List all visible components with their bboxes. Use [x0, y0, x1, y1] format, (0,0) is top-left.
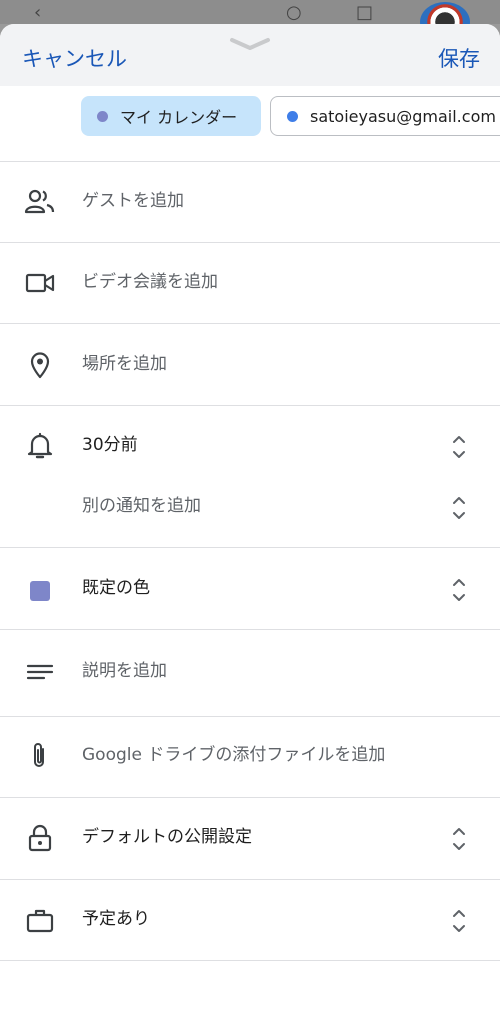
calendar-dot-icon: [287, 110, 298, 122]
calendar-icon: □: [356, 2, 374, 23]
add-guests-row[interactable]: ゲストを追加: [0, 172, 500, 232]
add-video-label: ビデオ会議を追加: [82, 272, 218, 292]
paperclip-icon: [34, 743, 44, 767]
video-camera-icon: [25, 273, 55, 293]
notification-label: 30分前: [82, 435, 138, 455]
calendar-chip-account[interactable]: satoieyasu@gmail.com: [270, 96, 500, 136]
divider: [0, 547, 500, 548]
add-attachment-label: Google ドライブの添付ファイルを追加: [82, 745, 386, 765]
availability-label: 予定あり: [82, 909, 150, 929]
availability-row[interactable]: 予定あり: [0, 890, 500, 950]
calendar-chip-my-calendar[interactable]: マイ カレンダー: [81, 96, 261, 136]
calendar-selector: マイ カレンダー satoieyasu@gmail.com: [0, 96, 500, 138]
divider: [0, 960, 500, 961]
add-description-label: 説明を追加: [82, 661, 167, 681]
notes-icon: [26, 664, 54, 680]
sheet-header: キャンセル 保存: [0, 24, 500, 86]
divider: [0, 405, 500, 406]
divider: [0, 161, 500, 162]
bell-icon: [27, 432, 53, 459]
chip-label: マイ カレンダー: [120, 108, 238, 127]
calendar-dot-icon: [97, 110, 108, 122]
add-guests-label: ゲストを追加: [82, 191, 184, 211]
location-pin-icon: [30, 352, 50, 379]
visibility-row[interactable]: デフォルトの公開設定: [0, 808, 500, 868]
back-arrow-icon: ‹: [34, 2, 42, 23]
add-description-row[interactable]: 説明を追加: [0, 642, 500, 702]
chevron-up-down-icon[interactable]: [449, 906, 469, 936]
search-icon: ○: [286, 2, 302, 23]
status-bar: ‹ ○ □: [0, 0, 500, 42]
chevron-up-down-icon[interactable]: [449, 824, 469, 854]
color-swatch: [30, 581, 50, 601]
chip-label: satoieyasu@gmail.com: [310, 106, 496, 126]
cancel-button[interactable]: キャンセル: [22, 43, 127, 73]
chevron-up-down-icon[interactable]: [449, 432, 469, 462]
add-notification-row[interactable]: 別の通知を追加: [0, 477, 500, 537]
people-icon: [24, 189, 55, 214]
event-edit-sheet: キャンセル 保存 マイ カレンダー satoieyasu@gmail.com ゲ…: [0, 24, 500, 1017]
divider: [0, 629, 500, 630]
color-label: 既定の色: [82, 578, 150, 598]
divider: [0, 716, 500, 717]
divider: [0, 323, 500, 324]
color-row[interactable]: 既定の色: [0, 559, 500, 619]
divider: [0, 879, 500, 880]
divider: [0, 242, 500, 243]
chevron-up-down-icon[interactable]: [449, 575, 469, 605]
notification-row[interactable]: 30分前: [0, 416, 500, 476]
divider: [0, 797, 500, 798]
add-video-conference-row[interactable]: ビデオ会議を追加: [0, 253, 500, 313]
chevron-up-down-icon[interactable]: [449, 493, 469, 523]
lock-icon: [28, 824, 52, 852]
add-attachment-row[interactable]: Google ドライブの添付ファイルを追加: [0, 726, 500, 786]
drag-handle-icon[interactable]: [229, 34, 271, 54]
add-notification-label: 別の通知を追加: [82, 496, 201, 516]
save-button[interactable]: 保存: [438, 43, 480, 73]
add-location-label: 場所を追加: [82, 354, 167, 374]
briefcase-icon: [26, 909, 54, 933]
visibility-label: デフォルトの公開設定: [82, 827, 252, 847]
add-location-row[interactable]: 場所を追加: [0, 335, 500, 395]
